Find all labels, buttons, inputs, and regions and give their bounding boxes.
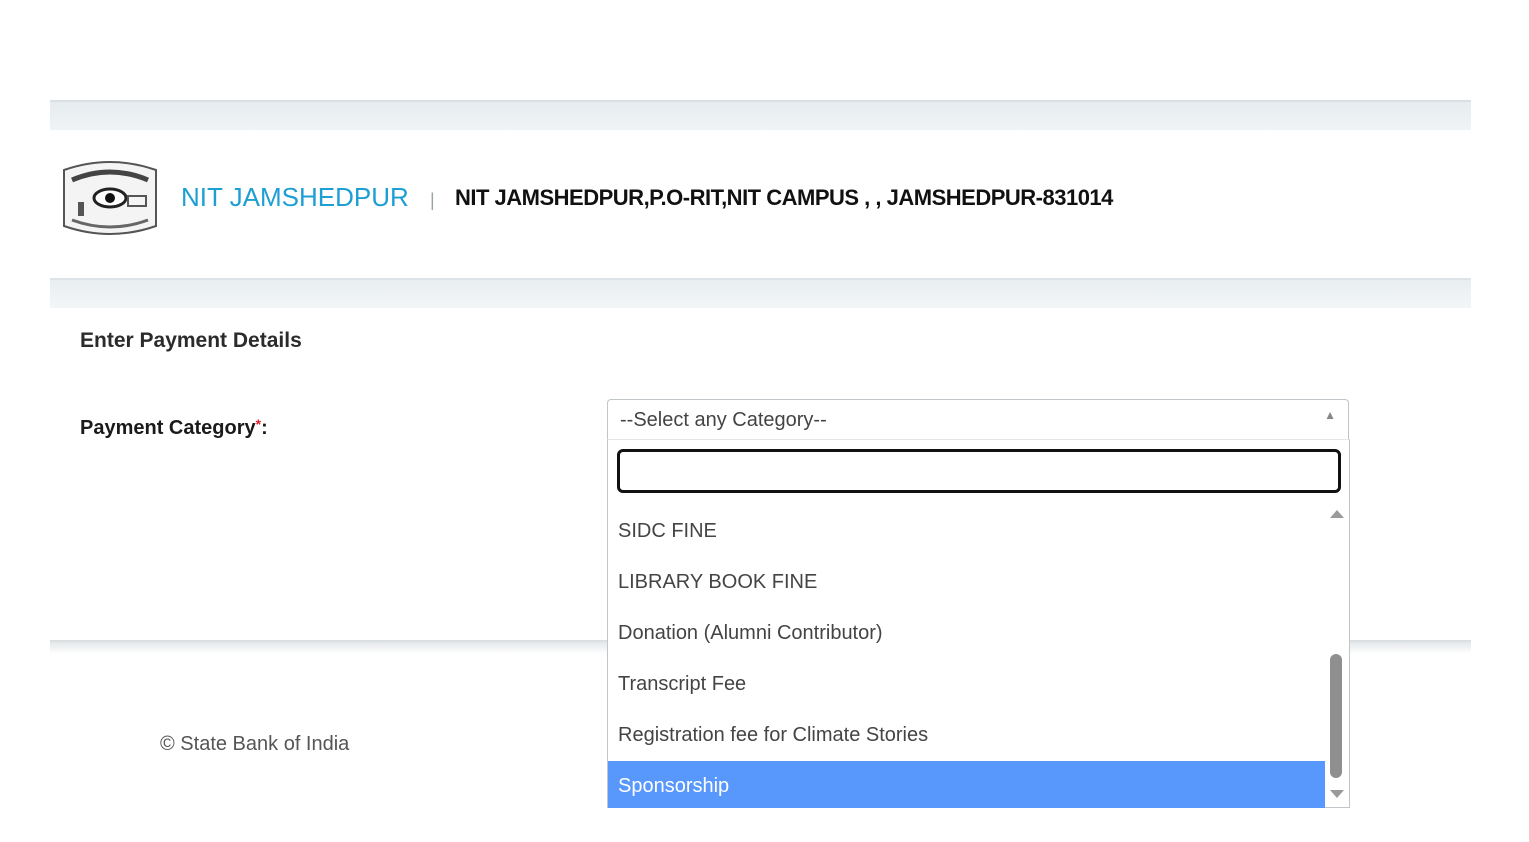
org-name: NIT JAMSHEDPUR: [181, 182, 409, 212]
scroll-up-icon[interactable]: [1330, 510, 1344, 518]
option-library-book-fine[interactable]: LIBRARY BOOK FINE: [608, 557, 1325, 608]
org-address: NIT JAMSHEDPUR,P.O-RIT,NIT CAMPUS , , JA…: [455, 185, 1113, 210]
required-mark: *: [255, 416, 262, 432]
payment-category-label: Payment Category*:: [80, 414, 268, 442]
payment-category-select[interactable]: --Select any Category-- ▲: [607, 399, 1349, 439]
middle-band: [50, 278, 1471, 308]
institute-emblem-icon: [58, 160, 162, 238]
label-colon: :: [261, 417, 268, 439]
category-dropdown: SIDC FINE LIBRARY BOOK FINE Donation (Al…: [607, 439, 1350, 808]
caret-up-icon: ▲: [1324, 408, 1336, 422]
header-separator: |: [430, 190, 435, 210]
option-sidc-fine[interactable]: SIDC FINE: [608, 506, 1325, 557]
category-search-input[interactable]: [617, 449, 1341, 493]
option-sponsorship[interactable]: Sponsorship: [608, 761, 1325, 808]
options-list: SIDC FINE LIBRARY BOOK FINE Donation (Al…: [608, 506, 1325, 808]
section-title: Enter Payment Details: [80, 329, 302, 352]
top-band: [50, 100, 1471, 132]
option-transcript-fee[interactable]: Transcript Fee: [608, 659, 1325, 710]
scroll-down-icon[interactable]: [1330, 790, 1344, 798]
selected-value: --Select any Category--: [620, 409, 827, 431]
scroll-thumb[interactable]: [1330, 654, 1342, 778]
options-scrollbar[interactable]: [1326, 506, 1348, 808]
payment-category-label-text: Payment Category: [80, 417, 256, 439]
payment-page: NIT JAMSHEDPUR | NIT JAMSHEDPUR,P.O-RIT,…: [0, 0, 1529, 842]
header: NIT JAMSHEDPUR | NIT JAMSHEDPUR,P.O-RIT,…: [50, 130, 1471, 278]
option-registration-fee[interactable]: Registration fee for Climate Stories: [608, 710, 1325, 761]
copyright-text: © State Bank of India: [160, 733, 350, 755]
option-donation[interactable]: Donation (Alumni Contributor): [608, 608, 1325, 659]
